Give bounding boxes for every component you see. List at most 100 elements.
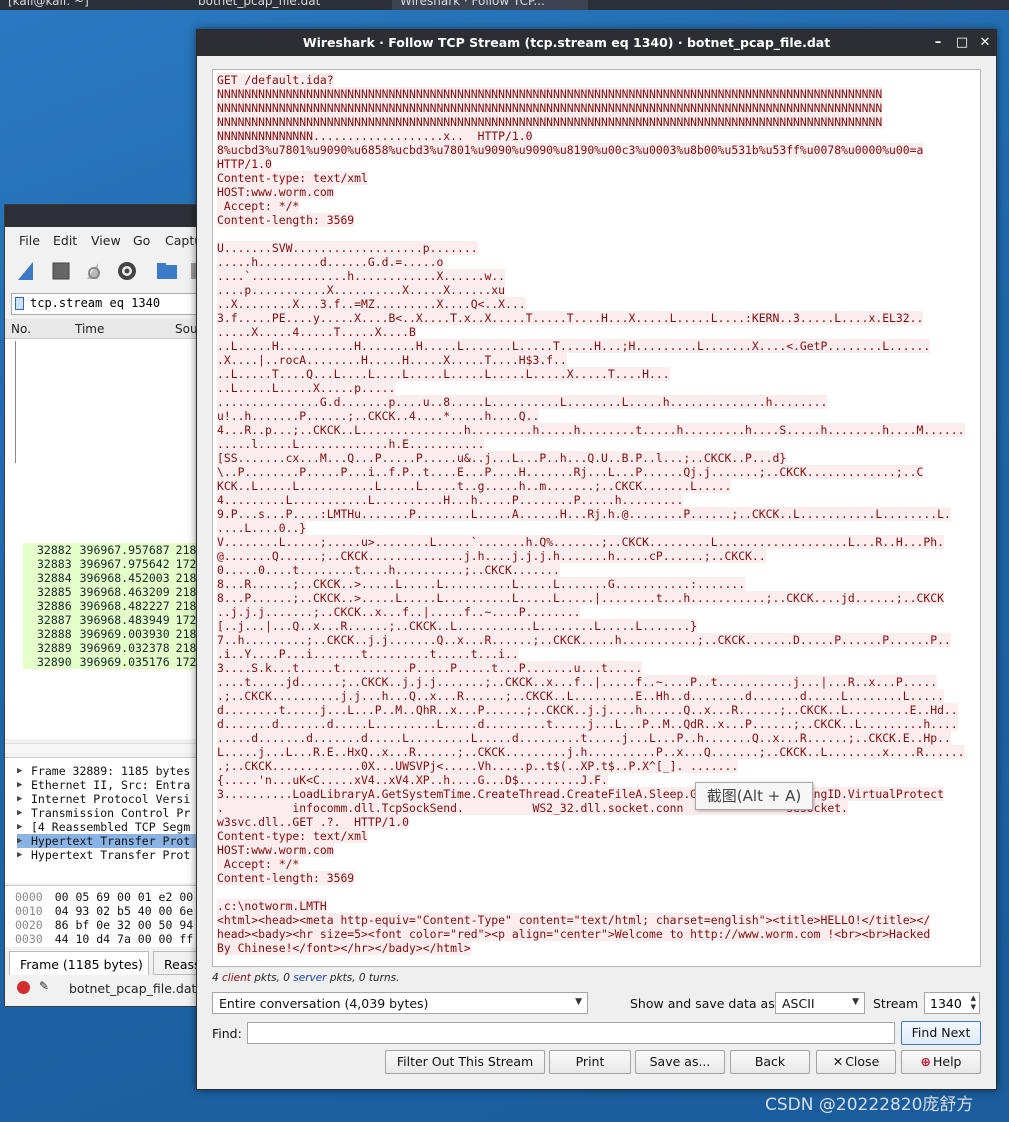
expand-arrow-icon[interactable]: ▶	[17, 764, 22, 778]
dialog-title: Wireshark · Follow TCP Stream (tcp.strea…	[197, 30, 996, 56]
print-button[interactable]: Print	[549, 1050, 631, 1074]
expand-arrow-icon[interactable]: ▶	[17, 834, 22, 848]
restart-capture-icon[interactable]	[81, 259, 105, 283]
close-window-icon[interactable]: ✕	[976, 34, 994, 52]
expand-arrow-icon[interactable]: ▶	[17, 820, 22, 834]
status-filename: botnet_pcap_file.dat	[69, 981, 197, 996]
column-source[interactable]: Sou	[175, 322, 198, 336]
stream-line: 0.....0....t........t....h..........;..C…	[217, 563, 560, 577]
detail-row[interactable]: ▶ Internet Protocol Versi	[17, 792, 199, 806]
detail-row[interactable]: ▶ Frame 32889: 1185 bytes	[17, 764, 199, 778]
stream-line: \..P........P.....P...i..f.P..t....E...P…	[217, 465, 924, 479]
stream-line: 8%ucbd3%u7801%u9090%u6858%ucbd3%u7801%u9…	[217, 143, 924, 157]
stepper-arrows-icon[interactable]: ▲ ▼	[971, 994, 976, 1012]
screenshot-tooltip: 截图(Alt + A)	[695, 782, 813, 810]
stream-line: 7..h.........;..CKCK..j.j.......Q..x...R…	[217, 633, 951, 647]
stream-line: .....X.....4.....T.....X....B	[217, 325, 416, 339]
capture-options-gear-icon[interactable]	[115, 259, 139, 283]
filter-out-stream-button[interactable]: Filter Out This Stream	[385, 1050, 545, 1074]
packet-row[interactable]: 32883 396967.975642 172	[23, 557, 199, 571]
menu-go[interactable]: Go	[133, 233, 150, 248]
back-button[interactable]: Back	[730, 1050, 810, 1074]
expand-arrow-icon[interactable]: ▶	[17, 806, 22, 820]
format-select[interactable]: ASCII ▼	[775, 992, 865, 1014]
find-next-button[interactable]: Find Next	[901, 1021, 981, 1045]
hex-row: 0020 86 bf 0e 32 00 50 94	[15, 918, 194, 932]
taskbar-item-follow-stream[interactable]: Wireshark · Follow TCP...	[392, 0, 588, 10]
stream-line: [..j...|...Q..x...R......;..CKCK..L.....…	[217, 619, 698, 633]
expand-arrow-icon[interactable]: ▶	[17, 848, 22, 862]
stream-line: head><bady><hr size=5><font color="red">…	[217, 927, 931, 941]
tab-frame-bytes[interactable]: Frame (1185 bytes)	[9, 951, 149, 975]
packet-row[interactable]: 32884 396968.452003 218	[23, 571, 199, 585]
column-no[interactable]: No.	[11, 322, 31, 336]
menu-view[interactable]: View	[91, 233, 121, 248]
packet-list-hscrollbar[interactable]	[5, 743, 199, 753]
column-time[interactable]: Time	[75, 322, 104, 336]
find-input[interactable]	[247, 1022, 895, 1044]
save-as-button[interactable]: Save as...	[635, 1050, 725, 1074]
packet-row[interactable]: 32882 396967.957687 218	[23, 543, 199, 557]
packet-row[interactable]: 32889 396969.032378 218	[23, 641, 199, 655]
stream-line: .....h.........d......G.d.=.....o	[217, 255, 444, 269]
stream-content[interactable]: GET /default.ida? NNNNNNNNNNNNNNNNNNNNNNN…	[212, 69, 981, 967]
expand-arrow-icon[interactable]: ▶	[17, 778, 22, 792]
help-button[interactable]: ⊕ Help	[901, 1050, 981, 1074]
minimize-icon[interactable]: –	[929, 34, 947, 52]
close-button[interactable]: ✕ Close	[816, 1050, 896, 1074]
menu-edit[interactable]: Edit	[53, 233, 77, 248]
stream-line: Content-type: text/xml	[217, 829, 368, 843]
expand-arrow-icon[interactable]: ▶	[17, 792, 22, 806]
stream-line: .c:\notworm.LMTH	[217, 899, 327, 913]
stream-line: d........t.....j...L...P..M..QhR..x...P.…	[217, 703, 958, 717]
open-file-icon[interactable]	[155, 259, 179, 283]
detail-row[interactable]: ▶ Ethernet II, Src: Entra	[17, 778, 199, 792]
packet-row[interactable]: 32887 396968.483949 172	[23, 613, 199, 627]
wireshark-main-window: File Edit View Go Captu tcp.stream eq 13…	[4, 204, 200, 1007]
hex-row: 0030 44 10 d4 7a 00 00 ff	[15, 932, 194, 946]
stream-line: NNNNNNNNNNNNNNNNNNNNNNNNNNNNNNNNNNNNNNNN…	[217, 115, 883, 129]
stream-line: u!..h.......P......;..CKCK..4....*.....h…	[217, 409, 540, 423]
detail-row[interactable]: ▶ [4 Reassembled TCP Segm	[17, 820, 199, 834]
display-filter-input[interactable]: tcp.stream eq 1340	[11, 293, 199, 315]
stream-line: U.......SVW...................p.......	[217, 241, 478, 255]
edit-comment-icon[interactable]: ✎	[39, 979, 49, 993]
shark-fin-start-icon[interactable]	[15, 259, 39, 283]
packet-row[interactable]: 32888 396969.003930 218	[23, 627, 199, 641]
stream-number-stepper[interactable]: 1340 ▲ ▼	[924, 992, 980, 1014]
stream-line: ....`..............h............X......w…	[217, 269, 506, 283]
stream-line: ....L....0..}	[217, 521, 307, 535]
tab-reassembled[interactable]: Reass	[153, 951, 199, 975]
packet-row[interactable]: 32890 396969.035176 172	[23, 655, 199, 669]
detail-row[interactable]: ▶ Transmission Control Pr	[17, 806, 199, 820]
stream-line: Content-type: text/xml	[217, 171, 368, 185]
taskbar-item-terminal[interactable]: [kali@kali: ~]	[0, 0, 180, 10]
menu-capture[interactable]: Captu	[165, 233, 199, 248]
bookmark-icon[interactable]	[15, 297, 24, 310]
stream-line: ..L.....L.....X.....p.....	[217, 381, 396, 395]
stop-capture-icon[interactable]	[49, 259, 73, 283]
stream-line: Content-length: 3569	[217, 213, 355, 227]
stream-line: 3....S.k...t.....t..........P.....P.....…	[217, 661, 643, 675]
stream-line: By Chinese!</font></hr></bady></html>	[217, 941, 471, 955]
stream-line: ....t.....jd......;..CKCK..j.j.j.......;…	[217, 675, 938, 689]
hex-row: 0000 00 05 69 00 01 e2 00	[15, 890, 194, 904]
packet-row[interactable]: 32886 396968.482227 218	[23, 599, 199, 613]
stream-line: w3svc.dll..GET .?. HTTP/1.0	[217, 815, 410, 829]
stream-line: NNNNNNNNNNNNNN...................x.. HTT…	[217, 129, 533, 143]
detail-row[interactable]: ▶ Hypertext Transfer Prot	[17, 848, 199, 862]
stream-line: .i..Y....P...i.......t.........t.....t..…	[217, 647, 519, 661]
capture-status-icon[interactable]	[17, 981, 30, 994]
stream-line: 3.f.....PE....y.....X....B<..X....T.x..X…	[217, 311, 924, 325]
stream-line: 3..........LoadLibraryA.GetSystemTime.Cr…	[217, 787, 944, 801]
conversation-select[interactable]: Entire conversation (4,039 bytes) ▼	[212, 992, 588, 1014]
taskbar-item-pcap-file[interactable]: botnet_pcap_file.dat	[190, 0, 385, 10]
packet-row[interactable]: 32885 396968.463209 218	[23, 585, 199, 599]
stream-line: V........L.....;.....u>........L.....`..…	[217, 535, 944, 549]
detail-row-selected[interactable]: ▶ Hypertext Transfer Prot	[17, 834, 199, 848]
menu-file[interactable]: File	[19, 233, 40, 248]
stream-line: [SS.......cx...M...Q...P.....P.....u&..j…	[217, 451, 787, 465]
stream-line: HTTP/1.0	[217, 157, 272, 171]
close-x-icon: ✕	[832, 1054, 844, 1069]
maximize-icon[interactable]: □	[953, 34, 971, 52]
